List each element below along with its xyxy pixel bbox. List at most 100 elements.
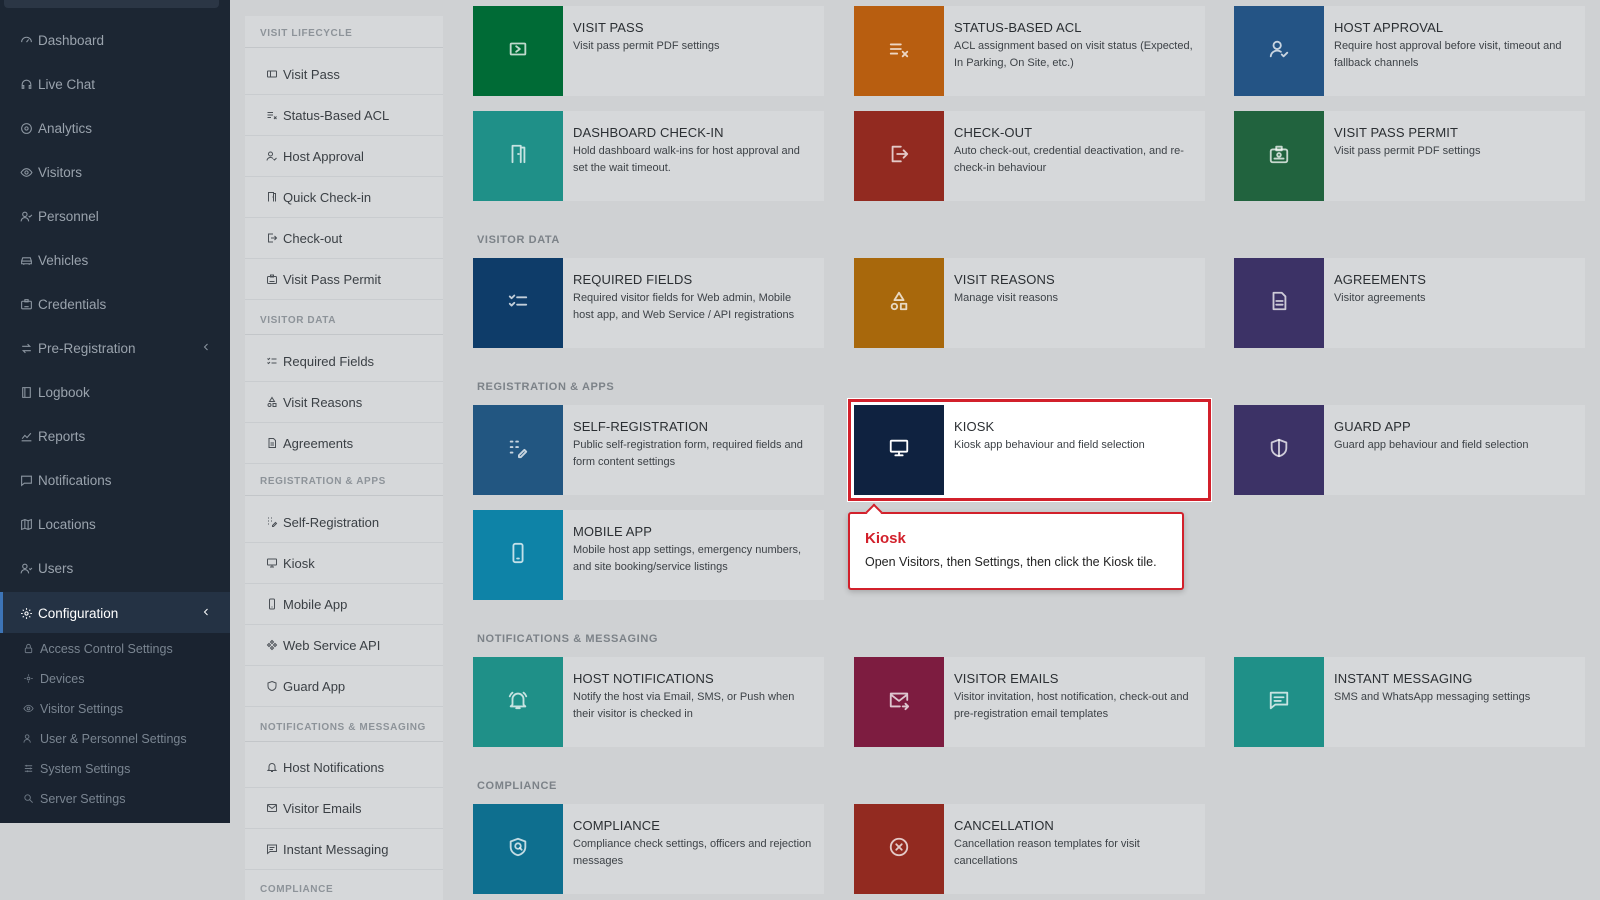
sidebar-item-visitors[interactable]: Visitors [0, 154, 230, 190]
tile-icon-box [1234, 6, 1324, 96]
sub-item-label: User & Personnel Settings [40, 732, 187, 746]
menu-item-quick-check-in[interactable]: Quick Check-in [245, 177, 443, 218]
tile-cancellation[interactable]: CANCELLATION Cancellation reason template… [854, 804, 1205, 894]
tile-compliance[interactable]: COMPLIANCE Compliance check settings, off… [473, 804, 824, 894]
tile-visit-pass[interactable]: VISIT PASS Visit pass permit PDF settings [473, 6, 824, 96]
tile-kiosk[interactable]: KIOSK Kiosk app behaviour and field selec… [848, 399, 1211, 501]
tile-host-notifications[interactable]: HOST NOTIFICATIONS Notify the host via Em… [473, 657, 824, 747]
tile-description: Cancellation reason templates for visit … [954, 838, 1140, 867]
tile-visit-pass-permit[interactable]: VISIT PASS PERMIT Visit pass permit PDF s… [1234, 111, 1585, 201]
tile-description: Auto check-out, credential deactivation,… [954, 145, 1184, 174]
sidebar-item-analytics[interactable]: Analytics [0, 110, 230, 146]
sub-item-server-settings[interactable]: Server Settings [0, 785, 230, 813]
door-icon [507, 143, 529, 170]
sidebar-item-reports[interactable]: Reports [0, 418, 230, 454]
tile-icon-box [1234, 405, 1324, 495]
api-icon [265, 638, 279, 652]
chevron-left-icon[interactable] [200, 606, 214, 620]
sidebar-item-vehicles[interactable]: Vehicles [0, 242, 230, 278]
person-check-icon [19, 209, 33, 223]
menu-item-visitor-emails[interactable]: Visitor Emails [245, 788, 443, 829]
tile-check-out[interactable]: CHECK-OUT Auto check-out, credential deac… [854, 111, 1205, 201]
menu-item-status-based-acl[interactable]: Status-Based ACL [245, 95, 443, 136]
tile-title: CHECK-OUT [954, 125, 1033, 140]
checklist-icon [507, 290, 529, 317]
menu-item-label: Guard App [283, 678, 346, 694]
sidebar-item-locations[interactable]: Locations [0, 506, 230, 542]
sidebar-item-notifications[interactable]: Notifications [0, 462, 230, 498]
sidebar-item-users[interactable]: Users [0, 550, 230, 586]
menu-item-visit-pass-permit[interactable]: Visit Pass Permit [245, 259, 443, 300]
tile-title: HOST APPROVAL [1334, 20, 1444, 35]
sidebar-item-pre-registration[interactable]: Pre-Registration [0, 330, 230, 366]
tile-status-based-acl[interactable]: STATUS-BASED ACL ACL assignment based on … [854, 6, 1205, 96]
sidebar-item-logbook[interactable]: Logbook [0, 374, 230, 410]
id-card-icon [19, 297, 33, 311]
logout-icon [265, 231, 279, 245]
tile-dashboard-check-in[interactable]: DASHBOARD CHECK-IN Hold dashboard walk-in… [473, 111, 824, 201]
tile-agreements[interactable]: AGREEMENTS Visitor agreements [1234, 258, 1585, 348]
tile-title: INSTANT MESSAGING [1334, 671, 1473, 686]
tile-title: COMPLIANCE [573, 818, 660, 833]
sidebar-item-personnel[interactable]: Personnel [0, 198, 230, 234]
menu-section-heading: NOTIFICATIONS & MESSAGING [245, 710, 443, 742]
sidebar-item-label: Notifications [38, 472, 112, 488]
tile-host-approval[interactable]: HOST APPROVAL Require host approval befor… [1234, 6, 1585, 96]
tile-title: MOBILE APP [573, 524, 653, 539]
sub-item-access-control-settings[interactable]: Access Control Settings [0, 635, 230, 663]
menu-item-host-approval[interactable]: Host Approval [245, 136, 443, 177]
sidebar-item-credentials[interactable]: Credentials [0, 286, 230, 322]
tile-description: Visit pass permit PDF settings [573, 40, 720, 52]
bell-icon [507, 689, 529, 716]
sidebar-item-label: Pre-Registration [38, 340, 136, 356]
sidebar-item-dashboard[interactable]: Dashboard [0, 22, 230, 58]
tile-description: Compliance check settings, officers and … [573, 838, 812, 867]
grid-edit-icon [507, 437, 529, 464]
list-check-icon [888, 38, 910, 65]
menu-section-heading: COMPLIANCE [260, 884, 334, 895]
user-check-icon [265, 149, 279, 163]
tile-instant-messaging[interactable]: INSTANT MESSAGING SMS and WhatsApp messag… [1234, 657, 1585, 747]
tile-self-registration[interactable]: SELF-REGISTRATION Public self-registratio… [473, 405, 824, 495]
chevron-left-icon[interactable] [200, 341, 214, 355]
menu-item-instant-messaging[interactable]: Instant Messaging [245, 829, 443, 870]
menu-item-label: Web Service API [283, 637, 381, 653]
shield-search-icon [507, 836, 529, 863]
sub-item-visitor-settings[interactable]: Visitor Settings [0, 695, 230, 723]
group-heading: NOTIFICATIONS & MESSAGING [477, 633, 659, 645]
tile-guard-app[interactable]: GUARD APP Guard app behaviour and field s… [1234, 405, 1585, 495]
menu-item-check-out[interactable]: Check-out [245, 218, 443, 259]
sub-item-system-settings[interactable]: System Settings [0, 755, 230, 783]
tile-icon-box [854, 111, 944, 201]
menu-item-agreements[interactable]: Agreements [245, 423, 443, 464]
sub-item-user-personnel-settings[interactable]: User & Personnel Settings [0, 725, 230, 753]
target-icon [19, 121, 33, 135]
menu-item-guard-app[interactable]: Guard App [245, 666, 443, 707]
menu-item-mobile-app[interactable]: Mobile App [245, 584, 443, 625]
phone-icon [265, 597, 279, 611]
menu-item-required-fields[interactable]: Required Fields [245, 341, 443, 382]
sidebar-item-live-chat[interactable]: Live Chat [0, 66, 230, 102]
tile-visit-reasons[interactable]: VISIT REASONS Manage visit reasons [854, 258, 1205, 348]
tile-required-fields[interactable]: REQUIRED FIELDS Required visitor fields f… [473, 258, 824, 348]
menu-item-host-notifications[interactable]: Host Notifications [245, 747, 443, 788]
map-icon [19, 517, 33, 531]
menu-item-web-service-api[interactable]: Web Service API [245, 625, 443, 666]
menu-item-self-registration[interactable]: Self-Registration [245, 502, 443, 543]
tile-icon-box [854, 258, 944, 348]
menu-item-visit-pass[interactable]: Visit Pass [245, 54, 443, 95]
sidebar-top-element[interactable] [4, 0, 219, 8]
tile-mobile-app[interactable]: MOBILE APP Mobile host app settings, emer… [473, 510, 824, 600]
tile-description: Kiosk app behaviour and field selection [954, 439, 1145, 451]
sub-item-devices[interactable]: Devices [0, 665, 230, 693]
checklist-icon [265, 354, 279, 368]
guide-tooltip: Kiosk Open Visitors, then Settings, then… [848, 503, 1184, 590]
menu-item-kiosk[interactable]: Kiosk [245, 543, 443, 584]
tile-visitor-emails[interactable]: VISITOR EMAILS Visitor invitation, host n… [854, 657, 1205, 747]
tile-icon-box [1234, 258, 1324, 348]
menu-item-visit-reasons[interactable]: Visit Reasons [245, 382, 443, 423]
tile-title: DASHBOARD CHECK-IN [573, 125, 724, 140]
sidebar-item-configuration[interactable]: Configuration [0, 592, 230, 634]
tile-icon-box [473, 657, 563, 747]
user-check-icon [1268, 38, 1290, 65]
